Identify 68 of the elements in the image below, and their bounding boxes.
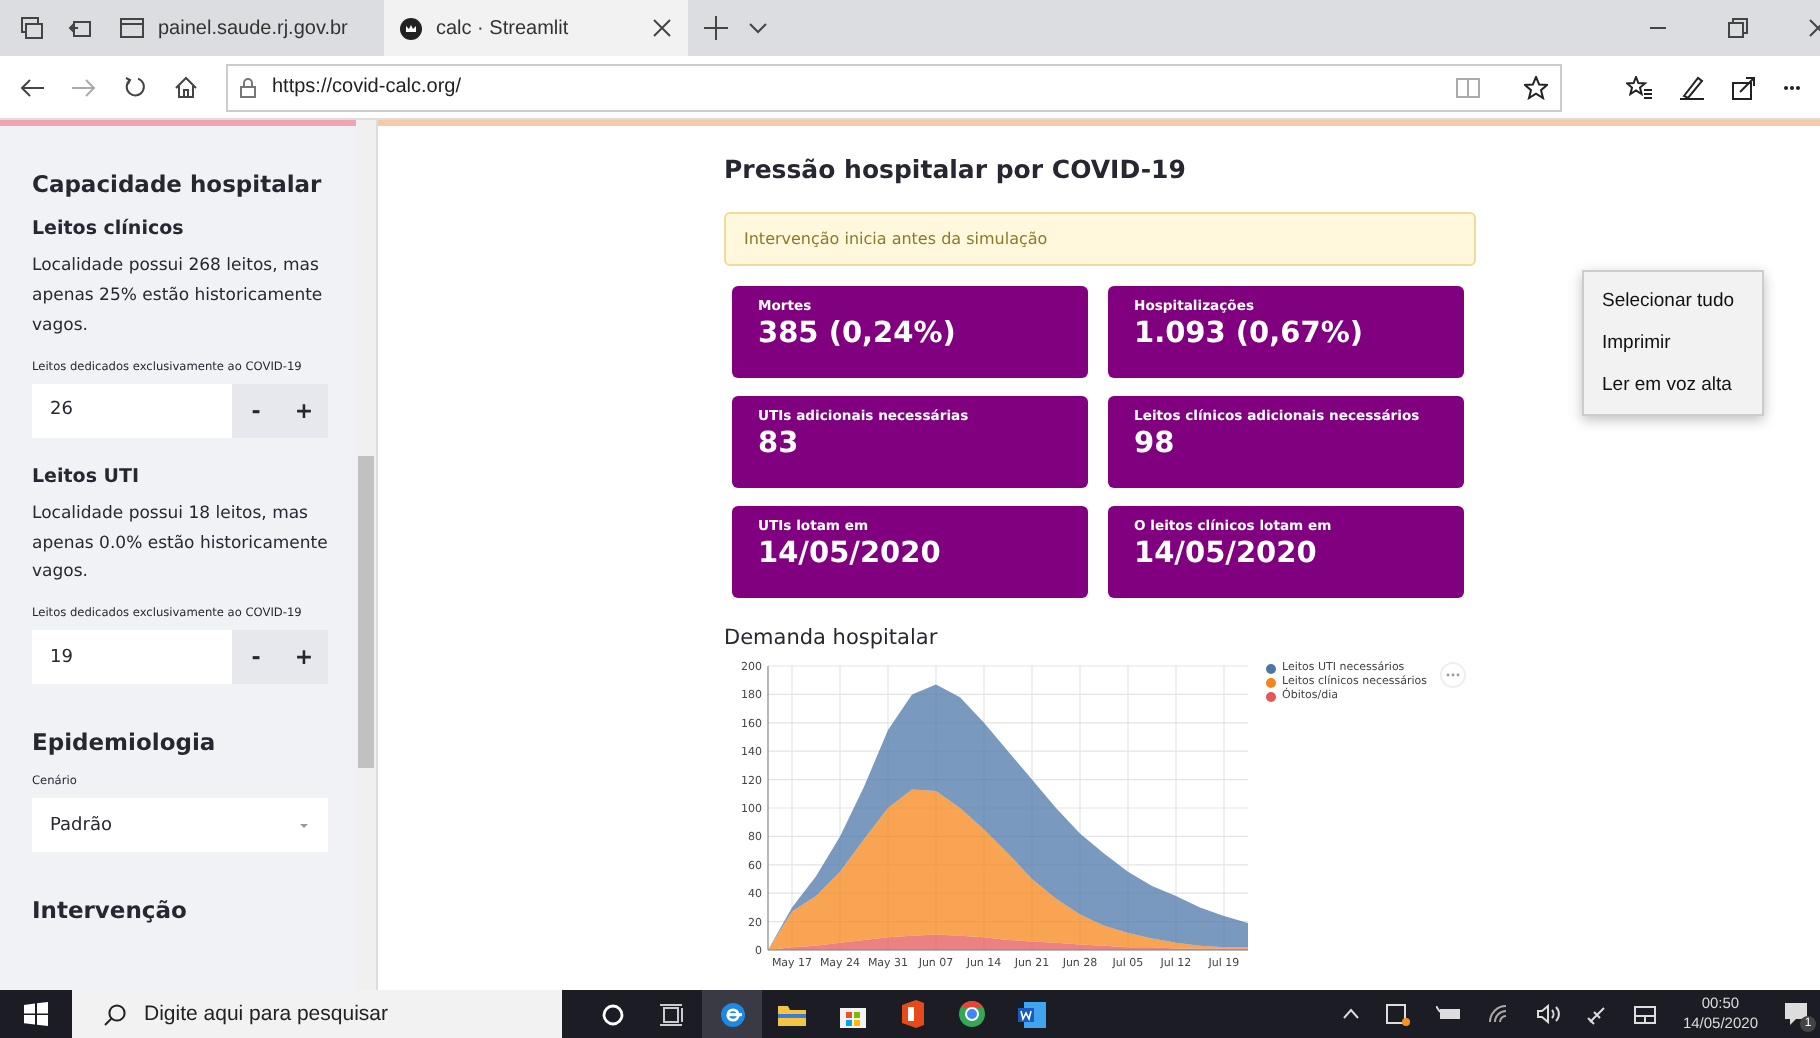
share-icon[interactable]: [1732, 75, 1756, 99]
browser-tab[interactable]: painel.saude.rj.gov.br: [104, 0, 384, 56]
warning-alert: Intervenção inicia antes da simulação: [724, 212, 1476, 266]
metric-value: 14/05/2020: [1134, 538, 1319, 570]
metric-value: 98: [1134, 428, 1177, 460]
pen-icon[interactable]: [1680, 75, 1704, 99]
chevron-up-icon[interactable]: [1342, 1008, 1361, 1020]
folder-icon[interactable]: [778, 1002, 806, 1026]
tabs-aside-icon[interactable]: [68, 16, 92, 40]
search-placeholder: Digite aqui para pesquisar: [144, 1002, 388, 1026]
chevron-down-icon[interactable]: [748, 22, 768, 34]
address-bar[interactable]: https://covid-calc.org/: [226, 63, 1562, 111]
star-icon[interactable]: [1524, 75, 1548, 99]
taskbar-search-field[interactable]: Digite aqui para pesquisar: [72, 990, 562, 1038]
subsection-heading: Leitos clínicos: [32, 218, 186, 240]
wifi-icon[interactable]: [1488, 1004, 1511, 1024]
search-icon: [104, 1003, 126, 1025]
description-text: Localidade possui 18 leitos, mas apenas 0.0% estão historicamente vagos.: [32, 501, 328, 587]
url-text: https://covid-calc.org/: [272, 76, 463, 98]
caret-icon: [298, 821, 310, 830]
scenario-dropdown[interactable]: Padrão: [32, 798, 328, 853]
task-view-icon[interactable]: [660, 1003, 684, 1025]
decrement-button[interactable]: -: [232, 383, 280, 438]
keyboard-icon[interactable]: [1634, 1005, 1657, 1023]
close-icon[interactable]: [1808, 18, 1820, 38]
subsection-heading: Leitos UTI: [32, 465, 142, 488]
windows-logo-icon[interactable]: [24, 1002, 48, 1026]
home-icon[interactable]: [174, 76, 198, 98]
increment-button[interactable]: +: [280, 630, 328, 685]
browser-tab[interactable]: calc · Streamlit: [384, 0, 688, 56]
section-heading: Intervenção: [32, 896, 189, 925]
metric-value: 14/05/2020: [758, 538, 943, 570]
number-input[interactable]: 26: [32, 383, 232, 438]
number-input[interactable]: 19: [32, 630, 232, 685]
circle-icon[interactable]: [601, 1003, 623, 1025]
section-heading: Epidemiologia: [32, 728, 218, 757]
word-logo-icon[interactable]: [1018, 1001, 1046, 1027]
notification-icon[interactable]: [1784, 1002, 1808, 1026]
favorites-icon[interactable]: [1626, 75, 1652, 99]
tab-preview-icon[interactable]: [20, 16, 44, 40]
metric-value: 385 (0,24%): [758, 318, 958, 350]
menu-item[interactable]: Selecionar tudo: [1584, 280, 1762, 322]
close-tab-icon[interactable]: [652, 18, 672, 38]
page-icon: [120, 18, 144, 38]
more-icon[interactable]: [1784, 83, 1800, 91]
metric-value: 83: [758, 428, 801, 460]
menu-item[interactable]: Imprimir: [1584, 322, 1762, 364]
back-icon[interactable]: [20, 77, 44, 97]
decrement-button[interactable]: -: [232, 630, 280, 685]
restore-icon[interactable]: [1728, 18, 1748, 38]
section-heading: Capacidade hospitalar: [32, 170, 324, 198]
increment-button[interactable]: +: [280, 383, 328, 438]
chart-title: Demanda hospitalar: [724, 626, 940, 650]
chrome-logo-icon[interactable]: [958, 1000, 986, 1028]
battery-icon[interactable]: [1436, 1006, 1463, 1022]
refresh-icon[interactable]: [124, 76, 146, 98]
scrollbar[interactable]: [356, 120, 378, 990]
description-text: Localidade possui 268 leitos, mas apenas 25% estão historicamente vagos.: [32, 254, 325, 340]
lock-icon: [240, 77, 256, 97]
page-title: Pressão hospitalar por COVID-19: [724, 154, 1188, 184]
speaker-icon[interactable]: [1536, 1004, 1561, 1024]
menu-item[interactable]: Ler em voz alta: [1584, 364, 1762, 406]
metric-value: 1.093 (0,67%): [1134, 318, 1365, 350]
meet-now-icon[interactable]: [1386, 1002, 1411, 1026]
browser-e-icon[interactable]: [719, 1001, 745, 1027]
new-tab-icon[interactable]: [704, 16, 728, 40]
office-logo-icon[interactable]: [900, 1000, 924, 1028]
crown-logo-icon: [400, 17, 422, 39]
